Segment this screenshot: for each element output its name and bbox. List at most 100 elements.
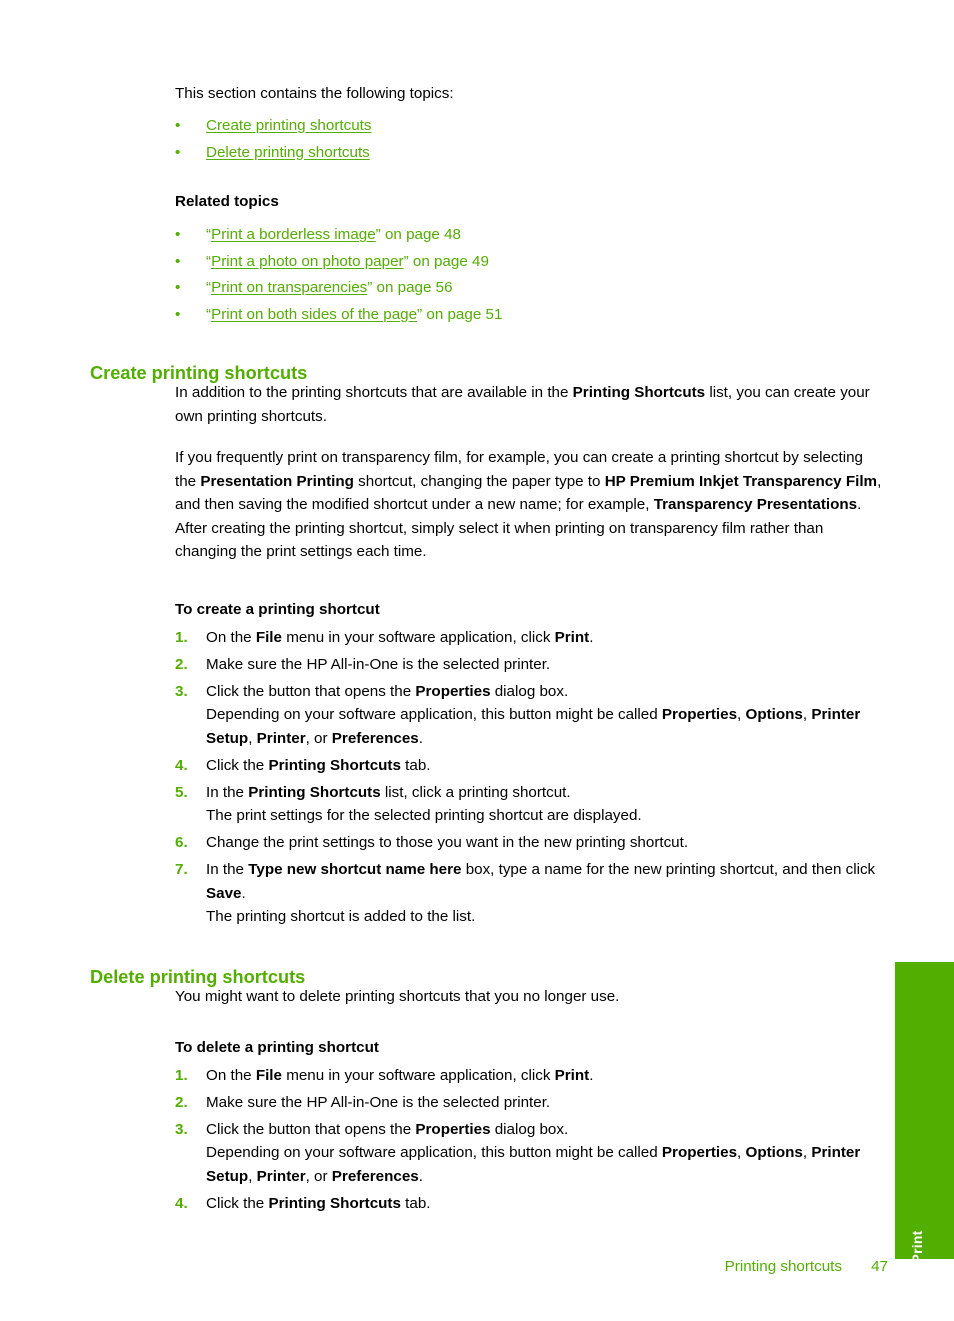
page-reference: on page 48 [380,226,461,243]
step-detail: Depending on your software application, … [206,1141,887,1188]
section-thumb-tab-print: Print [895,962,954,1263]
related-topics-block: • “Print a borderless image” on page 48 •… [175,216,887,328]
text-run: tab. [400,756,431,774]
list-item: • “Print on both sides of the page” on pa… [175,302,887,329]
steps-list-delete: 1. On the File menu in your software appl… [175,1064,887,1216]
step-number: 3. [175,1120,188,1138]
text-run: Make sure the HP All-in-One is the selec… [206,655,551,673]
bold-run: Printer [256,729,306,747]
bold-run: Save [206,884,242,902]
bold-run: Printing Shortcuts [268,756,401,774]
bold-run: Preferences [331,729,419,747]
text-run: menu in your software application, click [281,628,555,646]
step-detail: The printing shortcut is added to the li… [206,908,476,925]
link-print-on-both-sides-of-the-page[interactable]: Print on both sides of the page [211,306,417,323]
text-run: tab. [400,1194,431,1212]
bullet-icon: • [175,226,181,243]
bold-run: Print [554,1066,590,1084]
bold-run: Properties [415,682,491,700]
text-run: Depending on your software application, … [206,1144,662,1161]
bold-run: Transparency Presentations [653,496,858,513]
text-run: Click the [206,1194,269,1212]
step-item: 6. Change the print settings to those you… [175,831,887,855]
text-run: Depending on your software application, … [206,706,662,723]
bullet-icon: • [175,279,181,297]
list-item: • “Print a photo on photo paper” on page … [175,249,887,276]
list-item: • “Print on transparencies” on page 56 [175,275,887,302]
bold-run: Options [745,1144,803,1161]
text-run: , or [305,729,332,747]
text-run: . [589,628,594,646]
list-item: • Create printing shortcuts [175,112,887,139]
step-detail: Depending on your software application, … [206,703,887,750]
step-item: 4. Click the Printing Shortcuts tab. [175,754,887,778]
create-procedure: To create a printing shortcut 1. On the F… [175,598,887,929]
text-run: In the [206,783,249,801]
page-reference: on page 56 [372,279,453,297]
intro-block: This section contains the following topi… [175,82,887,166]
bold-run: Printer [256,1167,306,1185]
paragraph: You might want to delete printing shortc… [175,988,620,1005]
text-run: Make sure the HP All-in-One is the selec… [206,1093,551,1111]
link-print-on-transparencies[interactable]: Print on transparencies [211,279,367,296]
bold-run: Printing Shortcuts [572,384,706,401]
text-run: . [589,1066,594,1084]
step-item: 1. On the File menu in your software appl… [175,1064,887,1088]
document-page: This section contains the following topi… [0,0,954,1321]
text-run: On the [206,628,256,646]
step-detail: The print settings for the selected prin… [206,807,642,824]
paragraph: In addition to the printing shortcuts th… [175,381,887,428]
intro-lead-text: This section contains the following topi… [175,85,454,102]
text-run: Click the button that opens the [206,682,416,700]
bullet-icon: • [175,252,181,270]
bold-run: HP Premium Inkjet Transparency Film [604,472,878,490]
list-item: • Delete printing shortcuts [175,139,887,166]
step-number: 5. [175,783,188,801]
step-item: 3. Click the button that opens the Proper… [175,680,887,751]
step-number: 3. [175,682,188,700]
link-create-printing-shortcuts[interactable]: Create printing shortcuts [206,117,371,134]
text-run: , [248,729,257,747]
step-number: 6. [175,834,188,851]
delete-section-body: You might want to delete printing shortc… [175,985,887,1009]
section-thumb-tab-label: Print [908,1230,925,1264]
bold-run: Options [745,706,803,723]
link-print-a-photo-on-photo-paper[interactable]: Print a photo on photo paper [211,253,404,270]
procedure-heading-create: To create a printing shortcut [175,601,380,618]
step-item: 2. Make sure the HP All-in-One is the sel… [175,1091,887,1115]
step-number: 1. [175,1066,188,1084]
step-number: 4. [175,1194,188,1212]
link-print-a-borderless-image[interactable]: Print a borderless image [211,226,376,243]
page-reference: on page 49 [408,252,489,270]
bold-run: Properties [415,1120,491,1138]
step-number: 1. [175,628,188,646]
text-run: Change the print settings to those you w… [206,834,689,851]
text-run: Click the button that opens the [206,1120,416,1138]
bold-run: Preferences [331,1167,419,1185]
text-run: list, click a printing shortcut. [380,783,571,801]
step-item: 7. In the Type new shortcut name here box… [175,858,887,929]
link-delete-printing-shortcuts[interactable]: Delete printing shortcuts [206,144,370,161]
bold-run: Type new shortcut name here [248,861,462,878]
list-item: • “Print a borderless image” on page 48 [175,222,887,249]
text-run: , [737,706,746,723]
bold-run: Printing Shortcuts [268,1194,401,1212]
step-item: 5. In the Printing Shortcuts list, click … [175,781,887,828]
text-run: . [241,884,246,902]
text-run: In the [206,861,249,878]
related-topics-heading: Related topics [175,193,279,210]
text-run: dialog box. [490,1120,569,1138]
footer-page-number: 47 [871,1258,888,1275]
text-run: , [248,1167,257,1185]
delete-procedure: To delete a printing shortcut 1. On the F… [175,1036,887,1215]
text-run: . [418,729,423,747]
bullet-icon: • [175,305,181,323]
step-item: 3. Click the button that opens the Proper… [175,1118,887,1189]
bold-run: Properties [661,1144,738,1161]
step-number: 4. [175,756,188,774]
bullet-icon: • [175,143,181,161]
step-item: 1. On the File menu in your software appl… [175,626,887,650]
bold-run: Printing Shortcuts [248,783,381,801]
step-number: 7. [175,861,188,878]
procedure-heading-delete: To delete a printing shortcut [175,1039,379,1056]
